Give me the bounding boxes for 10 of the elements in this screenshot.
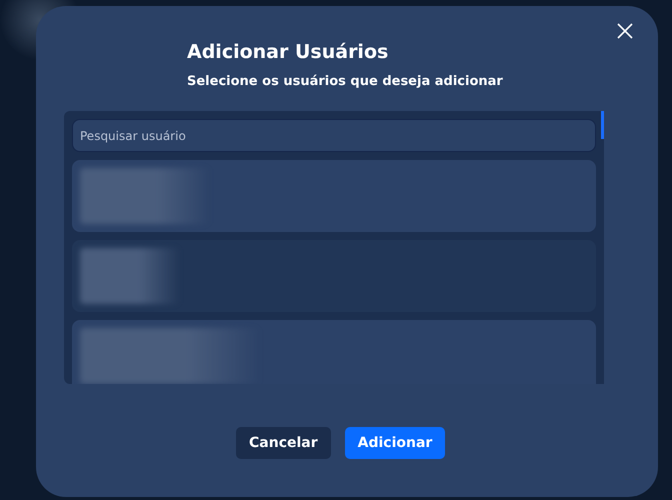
scrollbar-thumb[interactable] [601,111,604,139]
cancel-button[interactable]: Cancelar [236,427,331,459]
user-row[interactable] [72,240,596,312]
add-button[interactable]: Adicionar [344,427,446,459]
dialog-title: Adicionar Usuários [187,40,390,64]
user-row[interactable] [72,320,596,384]
user-row[interactable] [72,160,596,232]
search-field[interactable]: Pesquisar usuário [72,119,596,152]
dialog-subtitle: Selecione os usuários que deseja adicionar [187,73,504,91]
close-icon[interactable] [617,23,633,39]
